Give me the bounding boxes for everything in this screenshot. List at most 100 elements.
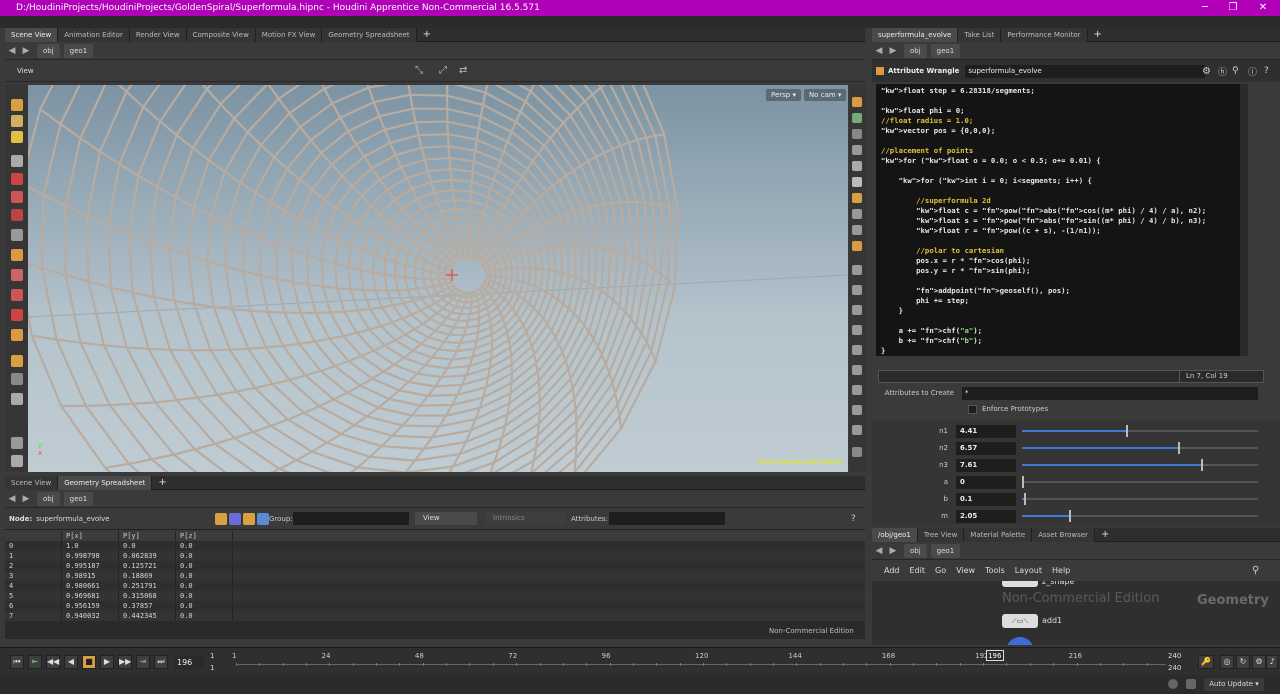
slider-handle[interactable]: [1125, 425, 1128, 437]
path-node[interactable]: geo1: [930, 543, 961, 558]
param-slider[interactable]: [1022, 476, 1258, 488]
network-editor[interactable]: z_shape Non-Commercial Edition Geometry …: [872, 581, 1280, 645]
move-icon[interactable]: [11, 115, 23, 127]
info-icon[interactable]: [852, 385, 862, 395]
abc-icon[interactable]: [852, 447, 862, 457]
add-tab-icon[interactable]: +: [1095, 528, 1115, 542]
help-icon[interactable]: ?: [851, 514, 856, 524]
realtime-icon[interactable]: ◎: [1220, 655, 1234, 669]
tab-geometry-spreadsheet-bottom[interactable]: Geometry Spreadsheet: [58, 475, 153, 490]
snap2-icon[interactable]: [852, 285, 862, 295]
status-toggle-icon[interactable]: [1168, 679, 1178, 689]
tab-composite-view[interactable]: Composite View: [186, 27, 256, 42]
display-options-icon[interactable]: [852, 97, 862, 107]
slider-handle[interactable]: [1177, 442, 1180, 454]
brush-icon[interactable]: [11, 229, 23, 241]
handle-icon[interactable]: [11, 173, 23, 185]
menu-go[interactable]: Go: [935, 566, 946, 575]
snapping-icon[interactable]: [11, 329, 23, 341]
auto-update-button[interactable]: Auto Update ▾: [1204, 678, 1264, 691]
path-root[interactable]: obj: [904, 543, 927, 558]
path-root[interactable]: obj: [37, 43, 60, 58]
step-back-key-icon[interactable]: ⇤: [28, 655, 42, 669]
search-icon[interactable]: ⚲: [1232, 66, 1239, 76]
param-value-field[interactable]: 6.57: [956, 441, 1016, 455]
attributes-to-create-input[interactable]: *: [962, 386, 1258, 400]
camera-icon[interactable]: [11, 373, 23, 385]
vis-icon[interactable]: [852, 145, 862, 155]
wire-icon[interactable]: [852, 161, 862, 171]
primitives-icon[interactable]: [243, 512, 255, 525]
select-icon[interactable]: [11, 99, 23, 111]
audio-icon[interactable]: ♪: [1266, 655, 1278, 669]
tab-render-view[interactable]: Render View: [129, 27, 187, 42]
settings-icon[interactable]: ⚙: [1252, 655, 1266, 669]
magnet3-icon[interactable]: [11, 309, 23, 321]
persp-menu[interactable]: Persp ▾: [766, 89, 801, 101]
add-tab-icon[interactable]: +: [417, 28, 437, 42]
node-add1[interactable]: ⟋▭⟍: [1002, 614, 1038, 628]
tab-material-palette[interactable]: Material Palette: [964, 527, 1033, 542]
column-header-px[interactable]: P[x]: [62, 531, 119, 541]
camera-menu[interactable]: No cam ▾: [804, 89, 847, 101]
range-start-bottom[interactable]: 1: [210, 664, 214, 672]
menu-tools[interactable]: Tools: [985, 566, 1005, 575]
wrangle-name-field[interactable]: superformula_evolve: [965, 64, 1206, 78]
node-z-shape[interactable]: [1002, 581, 1038, 587]
search-icon[interactable]: ⚲: [1252, 565, 1259, 576]
table-row[interactable]: 2 0.995187 0.125721 0.0: [5, 561, 865, 571]
step-forward-icon[interactable]: ▶▶: [118, 655, 132, 669]
tab-scene-view[interactable]: Scene View: [5, 27, 59, 42]
snap-icon[interactable]: [11, 249, 23, 261]
param-slider[interactable]: [1022, 510, 1258, 522]
tab-motion-fx-view[interactable]: Motion FX View: [255, 27, 323, 42]
info-icon[interactable]: ⓗ: [1218, 65, 1227, 78]
loop-icon[interactable]: ↻: [1236, 655, 1250, 669]
ruler-icon[interactable]: [852, 405, 862, 415]
vex-code-editor[interactable]: "kw">float step = 6.28318/segments; "kw"…: [876, 84, 1240, 356]
path-root[interactable]: obj: [904, 43, 927, 58]
column-header-index[interactable]: [5, 531, 62, 541]
table-row[interactable]: 7 0.940032 0.442345 0.0: [5, 611, 865, 621]
cull-icon[interactable]: [852, 365, 862, 375]
vertices-icon[interactable]: [229, 512, 241, 525]
back-arrow-icon[interactable]: ◀: [872, 546, 886, 556]
select-tool-icon[interactable]: ⤡: [415, 65, 423, 76]
minimize-icon[interactable]: ─: [1190, 0, 1220, 16]
tab-performance-monitor[interactable]: Performance Monitor: [1001, 27, 1088, 42]
view-dropdown[interactable]: View: [415, 512, 477, 525]
path-root[interactable]: obj: [37, 491, 60, 506]
display-icon[interactable]: [11, 437, 23, 449]
menu-edit[interactable]: Edit: [910, 566, 926, 575]
menu-view[interactable]: View: [956, 566, 975, 575]
step-forward-key-icon[interactable]: ⇥: [136, 655, 150, 669]
slider-handle[interactable]: [1201, 459, 1204, 471]
forward-arrow-icon[interactable]: ▶: [886, 546, 900, 556]
tab-scene-view-bottom[interactable]: Scene View: [5, 475, 59, 490]
param-value-field[interactable]: 0.1: [956, 492, 1016, 506]
move-tool-icon[interactable]: ⤢: [439, 65, 447, 76]
detail-icon[interactable]: [257, 512, 269, 525]
column-header-py[interactable]: P[y]: [119, 531, 176, 541]
texture-icon[interactable]: [852, 241, 862, 251]
range-end-top[interactable]: 240: [1168, 652, 1181, 660]
table-row[interactable]: 5 0.969681 0.315068 0.0: [5, 591, 865, 601]
help-icon[interactable]: ?: [1264, 66, 1269, 76]
grid-icon[interactable]: [852, 265, 862, 275]
param-value-field[interactable]: 4.41: [956, 424, 1016, 438]
ghost-icon[interactable]: [852, 113, 862, 123]
play-reverse-icon[interactable]: ◀: [64, 655, 78, 669]
tab-animation-editor[interactable]: Animation Editor: [58, 27, 130, 42]
enforce-prototypes-checkbox[interactable]: [968, 404, 977, 414]
normal-icon[interactable]: [852, 225, 862, 235]
column-header-pz[interactable]: P[z]: [176, 531, 233, 541]
param-slider[interactable]: [1022, 459, 1258, 471]
status-cook-icon[interactable]: [1186, 679, 1196, 689]
go-to-start-icon[interactable]: ⏮: [10, 655, 24, 669]
table-row[interactable]: 0 1.0 0.0 0.0: [5, 541, 865, 551]
wire2-icon[interactable]: [852, 325, 862, 335]
code-scrollbar[interactable]: [1240, 84, 1248, 356]
lightbulb-icon[interactable]: [852, 193, 862, 203]
info-circle-icon[interactable]: ⓘ: [1248, 65, 1257, 78]
close-icon[interactable]: ✕: [1248, 0, 1278, 16]
